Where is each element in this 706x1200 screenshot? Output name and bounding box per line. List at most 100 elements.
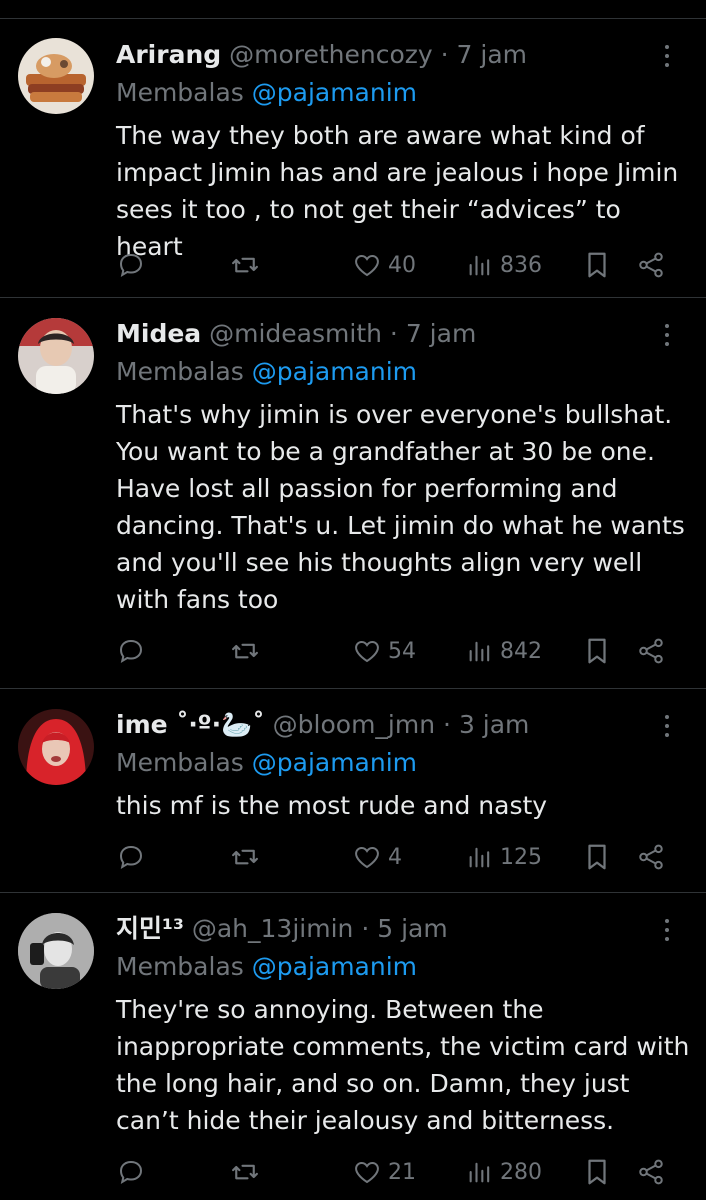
- retweet-icon: [232, 257, 258, 273]
- display-name[interactable]: Arirang: [116, 40, 221, 69]
- replying-to: Membalas @pajamanim: [116, 949, 417, 985]
- like-button[interactable]: 54: [352, 631, 416, 671]
- replying-to: Membalas @pajamanim: [116, 75, 417, 111]
- retweet-icon: [232, 643, 258, 659]
- reply-header: 지민¹³ @ah_13jimin · 5 jam: [116, 911, 646, 947]
- reply-button[interactable]: [116, 631, 146, 671]
- user-handle[interactable]: @bloom_jmn: [273, 710, 435, 739]
- mention-link[interactable]: @pajamanim: [252, 357, 417, 386]
- replying-to: Membalas @pajamanim: [116, 354, 417, 390]
- separator: ·: [440, 40, 449, 69]
- like-button[interactable]: 40: [352, 245, 416, 285]
- reply-item[interactable]: 지민¹³ @ah_13jimin · 5 jam Membalas @pajam…: [0, 893, 706, 1200]
- like-count: 54: [388, 638, 416, 664]
- reply-icon: [119, 253, 143, 278]
- reply-icon: [119, 845, 143, 870]
- share-icon: [639, 1159, 663, 1185]
- retweet-icon: [232, 849, 258, 865]
- like-count: 40: [388, 252, 416, 278]
- separator: ·: [389, 319, 398, 348]
- share-button[interactable]: [636, 1152, 666, 1192]
- more-icon[interactable]: [658, 915, 676, 945]
- timestamp[interactable]: 5 jam: [377, 914, 447, 943]
- display-name[interactable]: 지민¹³: [116, 914, 184, 943]
- share-icon: [639, 844, 663, 870]
- reply-icon: [119, 639, 143, 664]
- retweet-button[interactable]: [230, 631, 260, 671]
- reply-icon: [119, 1160, 143, 1185]
- user-handle[interactable]: @mideasmith: [209, 319, 382, 348]
- retweet-button[interactable]: [230, 1152, 260, 1192]
- views-icon: [469, 255, 490, 276]
- avatar[interactable]: [18, 913, 94, 989]
- views-icon: [469, 1162, 490, 1183]
- views-icon: [469, 641, 490, 662]
- retweet-icon: [232, 1164, 258, 1180]
- user-handle[interactable]: @ah_13jimin: [192, 914, 354, 943]
- replying-prefix: Membalas: [116, 357, 244, 386]
- timestamp[interactable]: 3 jam: [459, 710, 529, 739]
- avatar[interactable]: [18, 318, 94, 394]
- timestamp[interactable]: 7 jam: [406, 319, 476, 348]
- separator: ·: [443, 710, 451, 739]
- separator: ·: [361, 914, 370, 943]
- reply-item[interactable]: Arirang @morethencozy · 7 jam Membalas @…: [0, 19, 706, 298]
- action-bar: 40 836: [0, 245, 706, 285]
- views-button[interactable]: 125: [466, 837, 542, 877]
- reply-header: Midea @mideasmith · 7 jam: [116, 316, 646, 352]
- view-count: 836: [500, 252, 542, 278]
- reply-button[interactable]: [116, 837, 146, 877]
- share-button[interactable]: [636, 631, 666, 671]
- reply-header: Arirang @morethencozy · 7 jam: [116, 37, 646, 73]
- like-count: 4: [388, 844, 402, 870]
- bookmark-button[interactable]: [582, 631, 612, 671]
- reply-header: ime ˚‧º·🦢˚ @bloom_jmn · 3 jam: [116, 707, 646, 743]
- avatar-image: [18, 318, 94, 394]
- heart-icon: [355, 640, 379, 663]
- avatar-image: [18, 709, 94, 785]
- retweet-button[interactable]: [230, 837, 260, 877]
- action-bar: 21 280: [0, 1152, 706, 1192]
- reply-item[interactable]: Midea @mideasmith · 7 jam Membalas @paja…: [0, 298, 706, 689]
- like-button[interactable]: 4: [352, 837, 402, 877]
- avatar[interactable]: [18, 38, 94, 114]
- more-icon[interactable]: [658, 41, 676, 71]
- bookmark-icon: [588, 638, 606, 664]
- display-name[interactable]: Midea: [116, 319, 201, 348]
- bookmark-button[interactable]: [582, 245, 612, 285]
- like-count: 21: [388, 1159, 416, 1185]
- avatar[interactable]: [18, 709, 94, 785]
- share-button[interactable]: [636, 837, 666, 877]
- mention-link[interactable]: @pajamanim: [252, 78, 417, 107]
- display-name[interactable]: ime ˚‧º·🦢˚: [116, 710, 265, 739]
- views-icon: [469, 847, 490, 868]
- reply-button[interactable]: [116, 1152, 146, 1192]
- replying-to: Membalas @pajamanim: [116, 745, 417, 781]
- views-button[interactable]: 842: [466, 631, 542, 671]
- action-bar: 54 842: [0, 631, 706, 671]
- timestamp[interactable]: 7 jam: [457, 40, 527, 69]
- retweet-button[interactable]: [230, 245, 260, 285]
- mention-link[interactable]: @pajamanim: [252, 952, 417, 981]
- more-icon[interactable]: [658, 320, 676, 350]
- share-button[interactable]: [636, 245, 666, 285]
- more-icon[interactable]: [658, 711, 676, 741]
- view-count: 125: [500, 844, 542, 870]
- mention-link[interactable]: @pajamanim: [252, 748, 417, 777]
- view-count: 842: [500, 638, 542, 664]
- like-button[interactable]: 21: [352, 1152, 416, 1192]
- replying-prefix: Membalas: [116, 748, 244, 777]
- reply-item[interactable]: ime ˚‧º·🦢˚ @bloom_jmn · 3 jam Membalas @…: [0, 689, 706, 893]
- bookmark-button[interactable]: [582, 837, 612, 877]
- bookmark-icon: [588, 1159, 606, 1185]
- share-icon: [639, 252, 663, 278]
- replying-prefix: Membalas: [116, 952, 244, 981]
- heart-icon: [355, 1161, 379, 1184]
- reply-button[interactable]: [116, 245, 146, 285]
- bookmark-button[interactable]: [582, 1152, 612, 1192]
- reply-text: They're so annoying. Between the inappro…: [116, 995, 690, 1135]
- user-handle[interactable]: @morethencozy: [229, 40, 433, 69]
- bookmark-icon: [588, 844, 606, 870]
- views-button[interactable]: 280: [466, 1152, 542, 1192]
- views-button[interactable]: 836: [466, 245, 542, 285]
